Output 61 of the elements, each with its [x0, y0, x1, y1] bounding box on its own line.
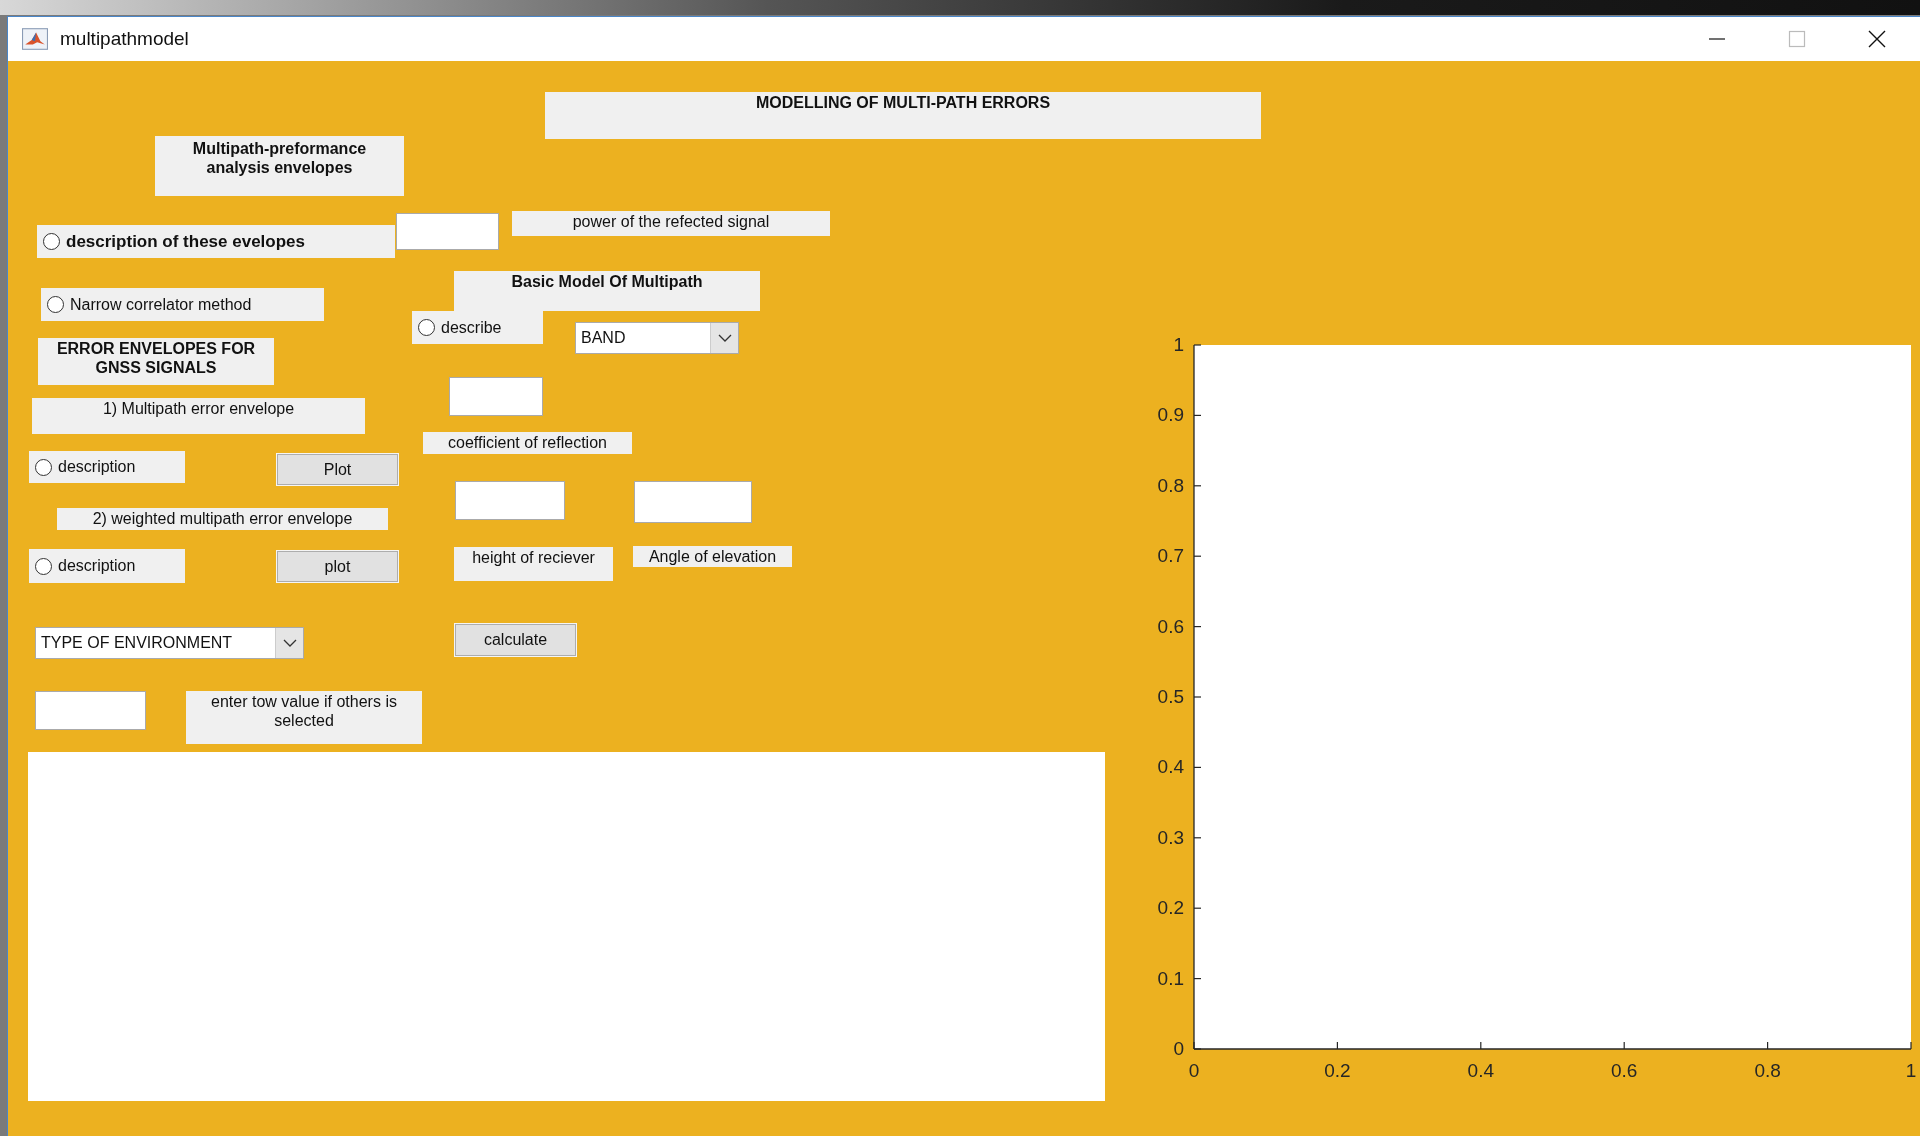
radio-button[interactable]	[418, 319, 435, 336]
radio-label: description	[58, 557, 136, 575]
label-text: power of the refected signal	[512, 211, 830, 236]
tick-label: 0.2	[1324, 1060, 1351, 1081]
tick-label: 0	[1188, 1060, 1200, 1081]
radio-button[interactable]	[47, 296, 64, 313]
dropdown[interactable]: TYPE OF ENVIRONMENT	[35, 627, 304, 659]
radio-option[interactable]: Narrow correlator method	[41, 288, 324, 321]
radio-label: Narrow correlator method	[70, 295, 252, 314]
input-field[interactable]	[396, 213, 499, 250]
input-field[interactable]	[455, 481, 565, 520]
radio-option[interactable]: description	[29, 549, 185, 583]
heading-text: Multipath-preformance analysis envelopes	[155, 136, 404, 196]
dropdown-value: TYPE OF ENVIRONMENT	[40, 634, 234, 652]
dropdown[interactable]: BAND	[575, 322, 739, 354]
tick-label: 0.2	[1157, 897, 1184, 919]
tick-label: 0.8	[1754, 1060, 1781, 1081]
tick-label: 0.6	[1611, 1060, 1638, 1081]
push-button[interactable]: calculate	[455, 624, 576, 656]
radio-button[interactable]	[35, 458, 52, 476]
tick-label: 0	[1173, 1038, 1184, 1059]
radio-button[interactable]	[35, 557, 52, 575]
label-text: Angle of elevation	[633, 546, 792, 567]
label-text: enter tow value if others is selected	[186, 691, 422, 744]
radio-option[interactable]: description of these evelopes	[37, 225, 395, 258]
tick-label: 0.6	[1157, 615, 1184, 637]
app-icon	[22, 28, 48, 50]
label-text: height of reciever	[454, 547, 613, 581]
push-button[interactable]: plot	[277, 551, 398, 582]
label-text: 1) Multipath error envelope	[32, 398, 365, 434]
radio-label: description	[58, 458, 136, 476]
tick-label: 0.1	[1157, 967, 1184, 989]
tick-label: 0.9	[1157, 404, 1184, 426]
label-text: 2) weighted multipath error envelope	[57, 508, 388, 530]
tick-label: 1	[1905, 1060, 1917, 1081]
push-button[interactable]: Plot	[277, 454, 398, 485]
dropdown-value: BAND	[580, 329, 627, 347]
maximize-icon[interactable]	[1788, 30, 1806, 48]
heading-text: ERROR ENVELOPES FOR GNSS SIGNALS	[38, 338, 274, 385]
tick-label: 0.4	[1467, 1060, 1494, 1081]
window-title: multipathmodel	[60, 28, 189, 50]
input-field[interactable]	[449, 377, 543, 416]
tick-label: 1	[1173, 334, 1184, 355]
tick-label: 0.8	[1157, 474, 1184, 496]
heading-text: MODELLING OF MULTI-PATH ERRORS	[545, 92, 1261, 139]
radio-option[interactable]: description	[29, 451, 185, 483]
tick-label: 0.5	[1157, 686, 1184, 707]
chevron-down-icon[interactable]	[275, 628, 303, 658]
chevron-down-icon[interactable]	[710, 323, 738, 353]
tick-label: 0.4	[1157, 756, 1184, 778]
radio-option[interactable]: describe	[412, 311, 543, 344]
radio-label: describe	[441, 318, 502, 337]
tick-label: 0.3	[1157, 826, 1184, 848]
label-text: coefficient of reflection	[423, 432, 632, 454]
radio-label: description of these evelopes	[66, 231, 305, 252]
input-field[interactable]	[634, 481, 752, 523]
input-field[interactable]	[35, 691, 146, 730]
heading-text: Basic Model Of Multipath	[454, 271, 760, 311]
tick-label: 0.7	[1157, 545, 1184, 567]
radio-button[interactable]	[43, 233, 60, 250]
close-icon[interactable]	[1868, 30, 1886, 48]
